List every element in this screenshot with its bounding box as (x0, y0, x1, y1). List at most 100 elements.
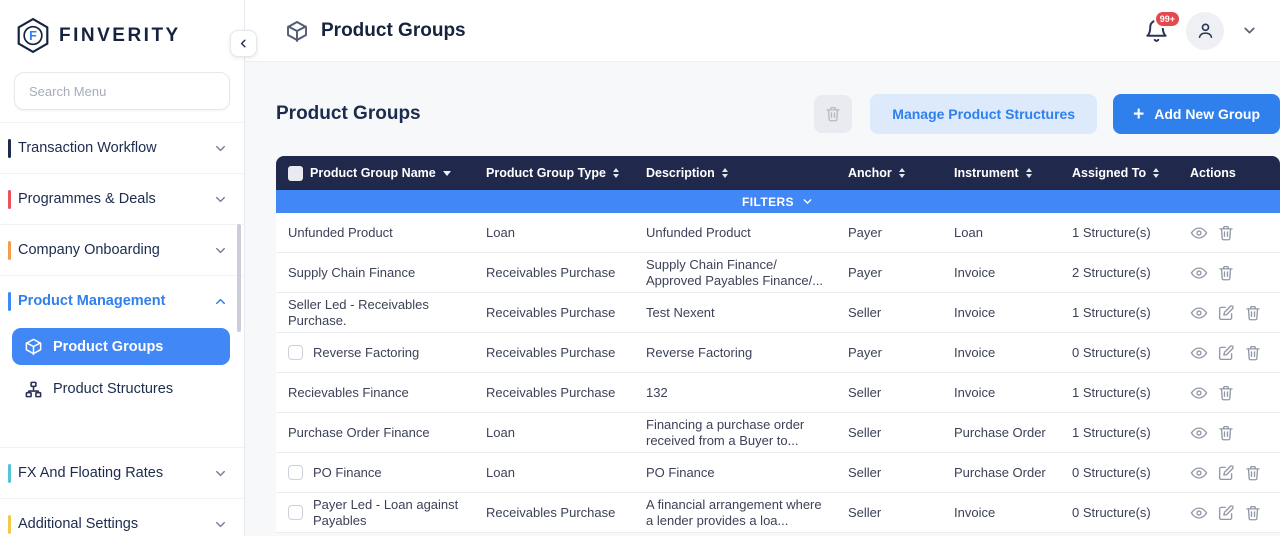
product-groups-icon (285, 19, 309, 43)
view-icon[interactable] (1190, 384, 1208, 402)
sidebar-subitem-label: Product Structures (53, 381, 173, 397)
sidebar-item-transaction-workflow[interactable]: Transaction Workflow (0, 122, 244, 173)
accent-bar (8, 241, 11, 260)
chevron-down-icon (213, 517, 228, 532)
sort-icon (722, 168, 728, 179)
sidebar-menu: Transaction Workflow Programmes & Deals … (0, 122, 244, 536)
table-row[interactable]: Reverse Factoring Receivables Purchase R… (276, 333, 1280, 373)
sidebar-item-programmes-deals[interactable]: Programmes & Deals (0, 173, 244, 224)
delete-icon[interactable] (1217, 224, 1235, 242)
cell-product-group-type: Receivables Purchase (474, 385, 634, 400)
view-icon[interactable] (1190, 344, 1208, 362)
edit-icon[interactable] (1217, 464, 1235, 482)
cell-description: Test Nexent (646, 305, 715, 321)
table-row[interactable]: Purchase Order Finance Loan Financing a … (276, 413, 1280, 453)
delete-icon[interactable] (1244, 464, 1262, 482)
sidebar-scrollbar[interactable] (237, 224, 241, 332)
table-row[interactable]: Supply Chain Finance Receivables Purchas… (276, 253, 1280, 293)
column-label: Product Group Type (486, 166, 606, 180)
sidebar-subitem-label: Product Groups (53, 339, 163, 355)
filters-toggle-bar[interactable]: FILTERS (276, 190, 1280, 213)
column-header-description[interactable]: Description (634, 166, 836, 180)
table-row[interactable]: Unfunded Product Loan Unfunded Product P… (276, 213, 1280, 253)
page-title: Product Groups (321, 20, 466, 42)
cell-instrument: Purchase Order (942, 425, 1060, 440)
bulk-delete-button[interactable] (814, 95, 852, 133)
manage-product-structures-button[interactable]: Manage Product Structures (870, 94, 1097, 134)
column-header-assigned-to[interactable]: Assigned To (1060, 166, 1178, 180)
column-header-product-group-type[interactable]: Product Group Type (474, 166, 634, 180)
edit-icon[interactable] (1217, 344, 1235, 362)
cell-actions (1178, 504, 1280, 522)
edit-icon[interactable] (1217, 504, 1235, 522)
delete-icon[interactable] (1244, 504, 1262, 522)
cell-actions (1178, 224, 1280, 242)
sidebar: F FINVERITY Transaction Workflow Program… (0, 0, 245, 536)
cell-instrument: Loan (942, 225, 1060, 240)
chevron-down-icon[interactable] (1241, 22, 1258, 39)
cell-assigned-to: 2 Structure(s) (1060, 265, 1178, 280)
brand-logo[interactable]: F FINVERITY (0, 0, 244, 66)
cell-product-group-name: Recievables Finance (288, 385, 409, 401)
cell-assigned-to: 1 Structure(s) (1060, 305, 1178, 320)
add-new-group-button[interactable]: + Add New Group (1113, 94, 1280, 134)
accent-bar (8, 515, 11, 534)
view-icon[interactable] (1190, 224, 1208, 242)
sidebar-item-company-onboarding[interactable]: Company Onboarding (0, 224, 244, 275)
view-icon[interactable] (1190, 424, 1208, 442)
column-header-anchor[interactable]: Anchor (836, 166, 942, 180)
cell-product-group-type: Loan (474, 425, 634, 440)
column-header-product-group-name[interactable]: Product Group Name (276, 166, 474, 181)
sort-icon (1026, 168, 1032, 179)
view-icon[interactable] (1190, 464, 1208, 482)
sidebar-item-label: Programmes & Deals (18, 191, 213, 207)
notification-badge: 99+ (1154, 10, 1181, 28)
select-all-checkbox[interactable] (288, 166, 303, 181)
search-menu-input[interactable] (14, 72, 230, 110)
table-header: Product Group Name Product Group Type De… (276, 156, 1280, 190)
cell-anchor: Payer (836, 225, 942, 240)
cell-description: Reverse Factoring (646, 345, 752, 361)
view-icon[interactable] (1190, 504, 1208, 522)
column-label: Description (646, 166, 715, 180)
row-checkbox[interactable] (288, 345, 303, 360)
chevron-down-icon (213, 141, 228, 156)
sidebar-item-product-structures[interactable]: Product Structures (12, 369, 230, 409)
column-header-instrument[interactable]: Instrument (942, 166, 1060, 180)
view-icon[interactable] (1190, 304, 1208, 322)
cell-product-group-name: Payer Led - Loan against Payables (313, 497, 462, 529)
user-avatar[interactable] (1186, 12, 1224, 50)
delete-icon[interactable] (1244, 304, 1262, 322)
cell-anchor: Seller (836, 425, 942, 440)
row-checkbox[interactable] (288, 505, 303, 520)
sidebar-item-additional-settings[interactable]: Additional Settings (0, 498, 244, 536)
delete-icon[interactable] (1217, 424, 1235, 442)
edit-icon[interactable] (1217, 304, 1235, 322)
table-row[interactable]: Payer Led - Loan against Payables Receiv… (276, 493, 1280, 533)
cell-assigned-to: 1 Structure(s) (1060, 385, 1178, 400)
sidebar-search (0, 66, 244, 122)
product-management-submenu: Product Groups Product Structures (0, 326, 244, 423)
chevron-left-icon (237, 37, 250, 50)
sidebar-collapse-button[interactable] (230, 30, 257, 57)
accent-bar (8, 190, 11, 209)
sidebar-item-fx-floating-rates[interactable]: FX And Floating Rates (0, 447, 244, 498)
delete-icon[interactable] (1217, 384, 1235, 402)
delete-icon[interactable] (1217, 264, 1235, 282)
sidebar-item-product-management[interactable]: Product Management (0, 275, 244, 326)
cell-description: 132 (646, 385, 668, 401)
main-column: Product Groups 99+ Product Groups (245, 0, 1280, 536)
view-icon[interactable] (1190, 264, 1208, 282)
sidebar-item-label: Company Onboarding (18, 242, 213, 258)
table-row[interactable]: Recievables Finance Receivables Purchase… (276, 373, 1280, 413)
cell-description: Unfunded Product (646, 225, 751, 241)
finverity-hexagon-logo-icon: F (16, 17, 50, 54)
notifications-button[interactable]: 99+ (1144, 18, 1169, 43)
delete-icon[interactable] (1244, 344, 1262, 362)
table-row[interactable]: PO Finance Loan PO Finance Seller Purcha… (276, 453, 1280, 493)
cell-description: Supply Chain Finance/ Approved Payables … (646, 257, 824, 289)
app-root: F FINVERITY Transaction Workflow Program… (0, 0, 1280, 536)
table-row[interactable]: Seller Led - Receivables Purchase. Recei… (276, 293, 1280, 333)
sidebar-item-product-groups[interactable]: Product Groups (12, 328, 230, 365)
row-checkbox[interactable] (288, 465, 303, 480)
